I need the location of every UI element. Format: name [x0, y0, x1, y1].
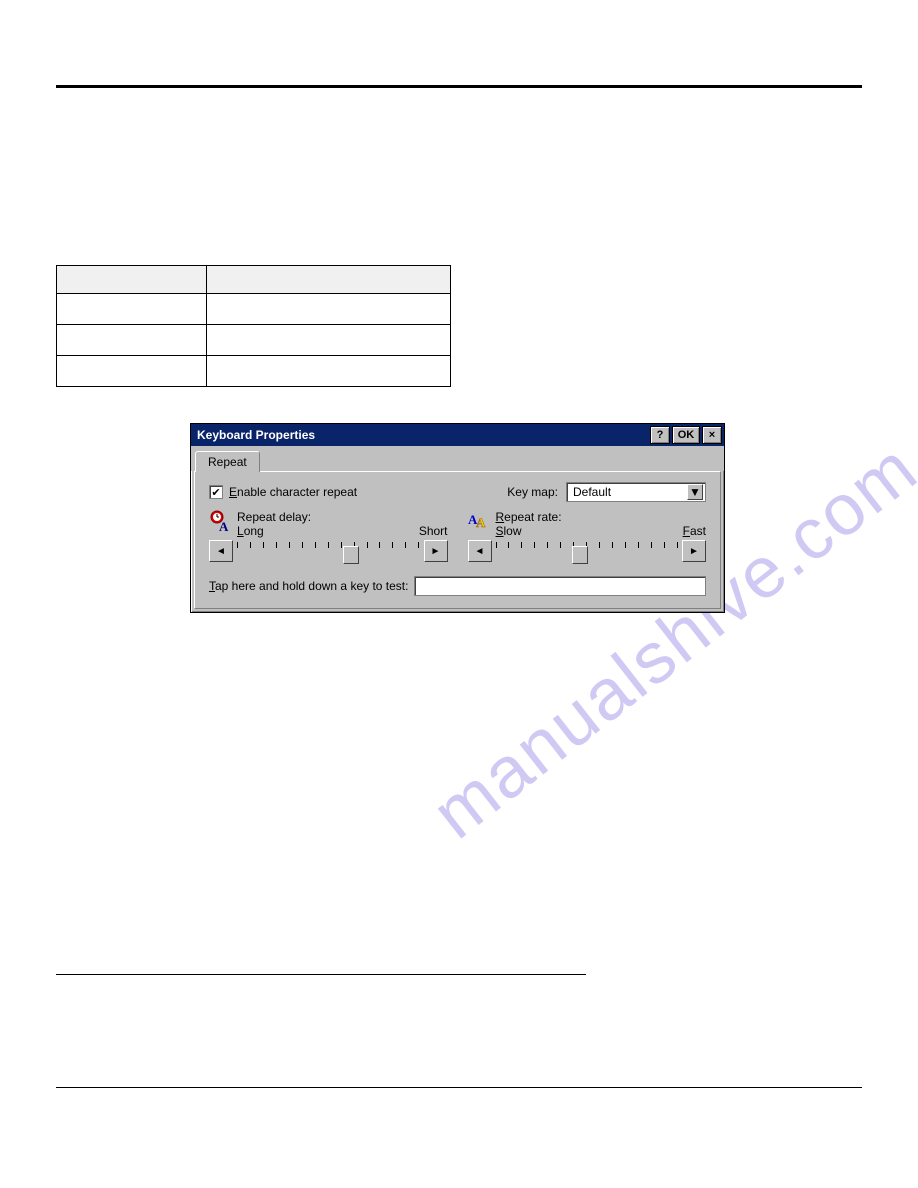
delay-increase-button[interactable]: ►	[424, 540, 448, 562]
aa-icon: A A	[468, 510, 490, 532]
table-header-1	[57, 266, 207, 294]
enable-repeat-checkbox[interactable]: ✔	[209, 485, 223, 499]
arrow-left-icon: ◄	[216, 546, 226, 557]
delay-ticks	[237, 542, 420, 548]
ok-button[interactable]: OK	[672, 426, 700, 444]
empty-table	[56, 265, 451, 387]
chevron-down-icon: ▼	[687, 484, 703, 500]
rate-slider-track[interactable]	[496, 540, 679, 562]
table-cell	[207, 325, 451, 356]
svg-text:A: A	[476, 515, 486, 530]
keymap-label: Key map:	[507, 485, 558, 499]
titlebar[interactable]: Keyboard Properties ? OK ×	[191, 424, 724, 446]
clock-icon: A	[209, 510, 231, 532]
bottom-rule	[56, 1087, 862, 1088]
help-icon: ?	[657, 429, 664, 441]
rate-fast-label: Fast	[683, 524, 706, 538]
delay-short-label: Short	[419, 524, 448, 538]
tab-repeat[interactable]: Repeat	[195, 451, 260, 472]
delay-decrease-button[interactable]: ◄	[209, 540, 233, 562]
repeat-delay-label: Repeat delay:	[237, 510, 448, 524]
checkmark-icon: ✔	[211, 486, 220, 499]
table-cell	[207, 356, 451, 387]
dropdown-arrow-glyph: ▼	[689, 485, 701, 499]
delay-long-label: Long	[237, 524, 264, 538]
ok-label: OK	[678, 429, 695, 441]
keymap-value: Default	[573, 485, 687, 499]
test-label: Tap here and hold down a key to test:	[209, 579, 408, 593]
test-input[interactable]	[414, 576, 706, 596]
arrow-left-icon: ◄	[475, 546, 485, 557]
dialog-title: Keyboard Properties	[197, 428, 648, 442]
tab-strip: Repeat	[191, 446, 724, 471]
delay-slider-track[interactable]	[237, 540, 420, 562]
tab-repeat-label: Repeat	[208, 455, 247, 469]
keyboard-properties-dialog: Keyboard Properties ? OK × Repeat ✔ Enab…	[190, 423, 725, 613]
rate-decrease-button[interactable]: ◄	[468, 540, 492, 562]
footer-line	[56, 974, 586, 975]
repeat-rate-label: Repeat rate:	[496, 510, 707, 524]
delay-slider-thumb[interactable]	[343, 546, 359, 564]
repeat-delay-group: A Repeat delay: Long Short ◄	[209, 510, 448, 562]
rate-slow-label: Slow	[496, 524, 522, 538]
keymap-dropdown[interactable]: Default ▼	[566, 482, 706, 502]
table-cell	[57, 325, 207, 356]
arrow-right-icon: ►	[431, 546, 441, 557]
top-rule	[56, 85, 862, 88]
rate-increase-button[interactable]: ►	[682, 540, 706, 562]
help-button[interactable]: ?	[650, 426, 670, 444]
tab-panel-repeat: ✔ Enable character repeat Key map: Defau…	[194, 471, 721, 609]
svg-text:A: A	[219, 519, 229, 532]
table-cell	[207, 294, 451, 325]
repeat-rate-group: A A Repeat rate: Slow Fast	[468, 510, 707, 562]
table-cell	[57, 294, 207, 325]
close-button[interactable]: ×	[702, 426, 722, 444]
close-icon: ×	[709, 429, 715, 441]
arrow-right-icon: ►	[689, 546, 699, 557]
table-cell	[57, 356, 207, 387]
table-header-2	[207, 266, 451, 294]
rate-slider-thumb[interactable]	[572, 546, 588, 564]
enable-repeat-label: Enable character repeat	[229, 485, 357, 499]
